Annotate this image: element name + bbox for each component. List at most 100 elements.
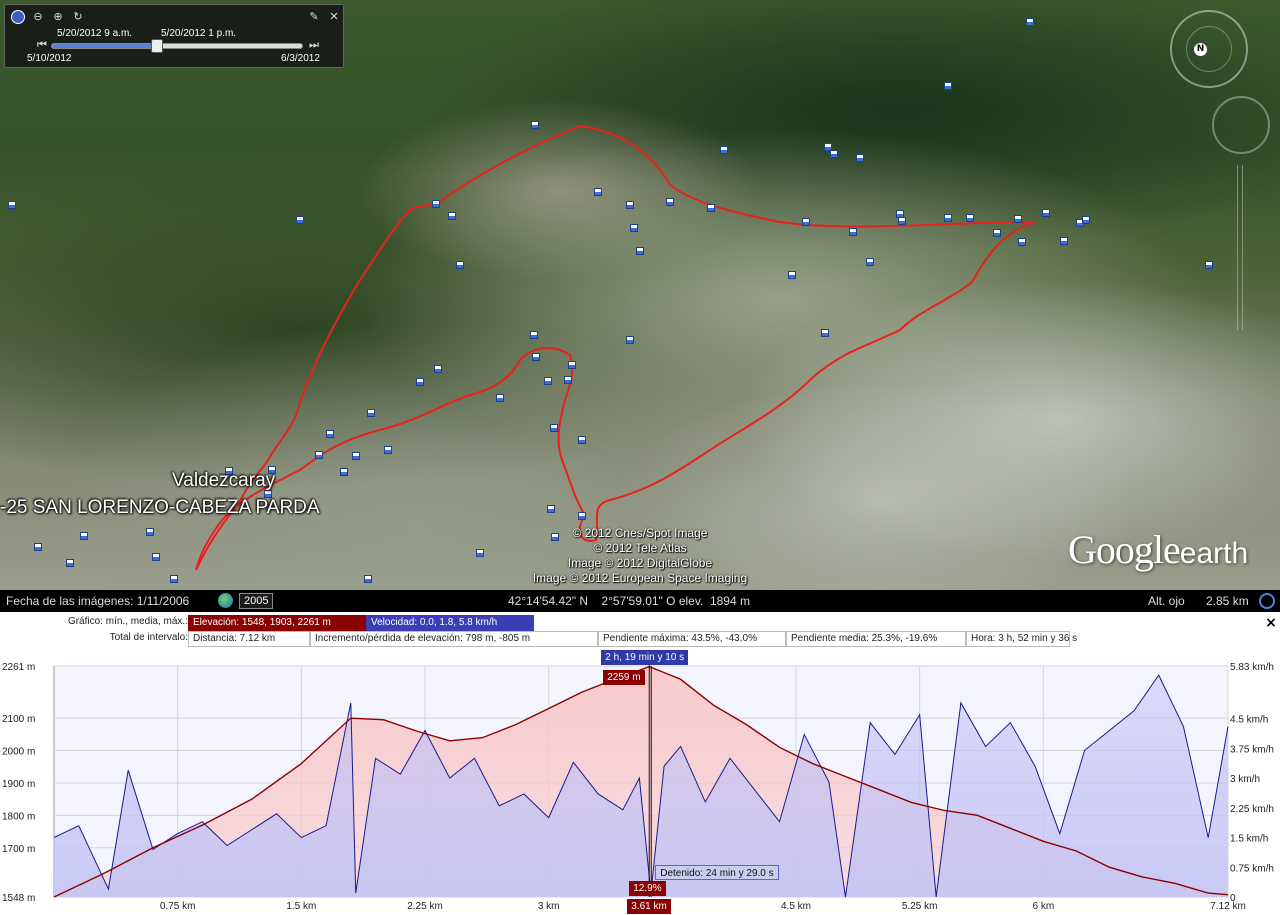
placemark-icon[interactable] bbox=[544, 377, 552, 385]
duration-stat: Hora: 3 h, 52 min y 36 s bbox=[966, 631, 1077, 647]
placemark-icon[interactable] bbox=[1060, 237, 1068, 245]
placemark-icon[interactable] bbox=[788, 271, 796, 279]
look-control[interactable] bbox=[1170, 10, 1248, 88]
placemark-icon[interactable] bbox=[578, 436, 586, 444]
placemark-icon[interactable] bbox=[821, 329, 829, 337]
step-forward-icon[interactable]: ⏭ bbox=[307, 38, 321, 52]
placemark-icon[interactable] bbox=[170, 575, 178, 583]
placemark-icon[interactable] bbox=[530, 331, 538, 339]
placemark-icon[interactable] bbox=[993, 229, 1001, 237]
placemark-icon[interactable] bbox=[1205, 261, 1213, 269]
wrench-icon[interactable]: ✎ bbox=[307, 10, 321, 24]
y-left-tick-label: 1548 m bbox=[2, 893, 35, 904]
placemark-icon[interactable] bbox=[568, 361, 576, 369]
placemark-icon[interactable] bbox=[830, 150, 838, 158]
placemark-icon[interactable] bbox=[326, 430, 334, 438]
y-right-tick-label: 0 bbox=[1230, 893, 1236, 904]
time-slider-panel: ⊖ ⊕ ↻ ✎ ✕ 5/20/2012 9 a.m. 5/20/2012 1 p… bbox=[4, 4, 344, 68]
placemark-icon[interactable] bbox=[630, 224, 638, 232]
placemark-icon[interactable] bbox=[384, 446, 392, 454]
placemark-icon[interactable] bbox=[296, 216, 304, 224]
placemark-icon[interactable] bbox=[944, 214, 952, 222]
imagery-year[interactable]: 2005 bbox=[239, 593, 274, 609]
placemark-icon[interactable] bbox=[802, 218, 810, 226]
placemark-icon[interactable] bbox=[866, 258, 874, 266]
zoom-slider[interactable] bbox=[1237, 165, 1243, 330]
placemark-icon[interactable] bbox=[434, 365, 442, 373]
y-right-tick-label: 3 km/h bbox=[1230, 774, 1260, 785]
placemark-icon[interactable] bbox=[315, 451, 323, 459]
placemark-icon[interactable] bbox=[578, 512, 586, 520]
placemark-icon[interactable] bbox=[352, 452, 360, 460]
north-icon[interactable]: N bbox=[1194, 43, 1207, 56]
y-left-tick-label: 2100 m bbox=[2, 714, 35, 725]
interval-totals-row: Total de intervalo: Distancia: 7.12 km I… bbox=[0, 631, 1280, 647]
reset-time-icon[interactable]: ↻ bbox=[71, 10, 85, 24]
historical-imagery-icon[interactable] bbox=[218, 593, 233, 608]
range-start-date: 5/10/2012 bbox=[27, 53, 72, 64]
placemark-icon[interactable] bbox=[476, 549, 484, 557]
map-viewport[interactable]: Valdezcaray -25 SAN LORENZO-CABEZA PARDA… bbox=[0, 0, 1280, 590]
placemark-icon[interactable] bbox=[966, 214, 974, 222]
placemark-icon[interactable] bbox=[8, 201, 16, 209]
placemark-icon[interactable] bbox=[531, 121, 539, 129]
placemark-icon[interactable] bbox=[456, 261, 464, 269]
move-control[interactable] bbox=[1212, 96, 1270, 154]
placemark-icon[interactable] bbox=[666, 198, 674, 206]
placemark-icon[interactable] bbox=[550, 424, 558, 432]
placemark-icon[interactable] bbox=[1026, 18, 1034, 26]
placemark-icon[interactable] bbox=[1014, 215, 1022, 223]
status-bar: Fecha de las imágenes: 1/11/2006 2005 42… bbox=[0, 590, 1280, 612]
placemark-icon[interactable] bbox=[532, 353, 540, 361]
look-inner-ring[interactable] bbox=[1186, 26, 1232, 72]
speed-stat[interactable]: Velocidad: 0.0, 1.8, 5.8 km/h bbox=[366, 615, 534, 631]
time-slider-knob[interactable] bbox=[150, 39, 163, 53]
y-right-tick-label: 5.83 km/h bbox=[1230, 662, 1274, 673]
placemark-icon[interactable] bbox=[547, 505, 555, 513]
placemark-icon[interactable] bbox=[898, 217, 906, 225]
placemark-icon[interactable] bbox=[944, 82, 952, 90]
placemark-icon[interactable] bbox=[432, 200, 440, 208]
y-left-tick-label: 1900 m bbox=[2, 779, 35, 790]
placemark-icon[interactable] bbox=[720, 146, 728, 154]
placemark-icon[interactable] bbox=[707, 204, 715, 212]
placemark-icon[interactable] bbox=[340, 468, 348, 476]
close-profile-button[interactable]: × bbox=[1264, 616, 1278, 630]
placemark-icon[interactable] bbox=[1018, 238, 1026, 246]
close-icon[interactable]: ✕ bbox=[327, 10, 341, 24]
placemark-icon[interactable] bbox=[80, 532, 88, 540]
x-tick-label: 3 km bbox=[538, 901, 560, 912]
clock-icon[interactable] bbox=[11, 10, 25, 24]
placemark-icon[interactable] bbox=[594, 188, 602, 196]
x-tick-label: 2.25 km bbox=[407, 901, 443, 912]
zoom-in-time-icon[interactable]: ⊕ bbox=[51, 10, 65, 24]
time-start-label: 5/20/2012 9 a.m. bbox=[57, 28, 133, 39]
placemark-icon[interactable] bbox=[849, 228, 857, 236]
placemark-icon[interactable] bbox=[626, 201, 634, 209]
x-tick-label: 0.75 km bbox=[160, 901, 196, 912]
route-label[interactable]: -25 SAN LORENZO-CABEZA PARDA bbox=[0, 497, 320, 519]
elevation-stat[interactable]: Elevación: 1548, 1903, 2261 m bbox=[188, 615, 366, 631]
placemark-icon[interactable] bbox=[448, 212, 456, 220]
step-back-icon[interactable]: ⏮ bbox=[35, 38, 49, 52]
place-label[interactable]: Valdezcaray bbox=[172, 470, 275, 492]
logo-google: Google bbox=[1068, 527, 1181, 572]
placemark-icon[interactable] bbox=[34, 543, 42, 551]
placemark-icon[interactable] bbox=[364, 575, 372, 583]
placemark-icon[interactable] bbox=[367, 409, 375, 417]
placemark-icon[interactable] bbox=[496, 394, 504, 402]
placemark-icon[interactable] bbox=[66, 559, 74, 567]
zoom-out-time-icon[interactable]: ⊖ bbox=[31, 10, 45, 24]
placemark-icon[interactable] bbox=[152, 553, 160, 561]
cursor-elevation-label: 2259 m bbox=[603, 670, 645, 685]
time-slider-track[interactable] bbox=[51, 43, 303, 49]
placemark-icon[interactable] bbox=[856, 154, 864, 162]
imagery-attribution: © 2012 Cnes/Spot Image © 2012 Tele Atlas… bbox=[520, 526, 760, 586]
placemark-icon[interactable] bbox=[636, 247, 644, 255]
placemark-icon[interactable] bbox=[146, 528, 154, 536]
placemark-icon[interactable] bbox=[416, 378, 424, 386]
placemark-icon[interactable] bbox=[626, 336, 634, 344]
placemark-icon[interactable] bbox=[1042, 209, 1050, 217]
placemark-icon[interactable] bbox=[564, 376, 572, 384]
placemark-icon[interactable] bbox=[1082, 216, 1090, 224]
